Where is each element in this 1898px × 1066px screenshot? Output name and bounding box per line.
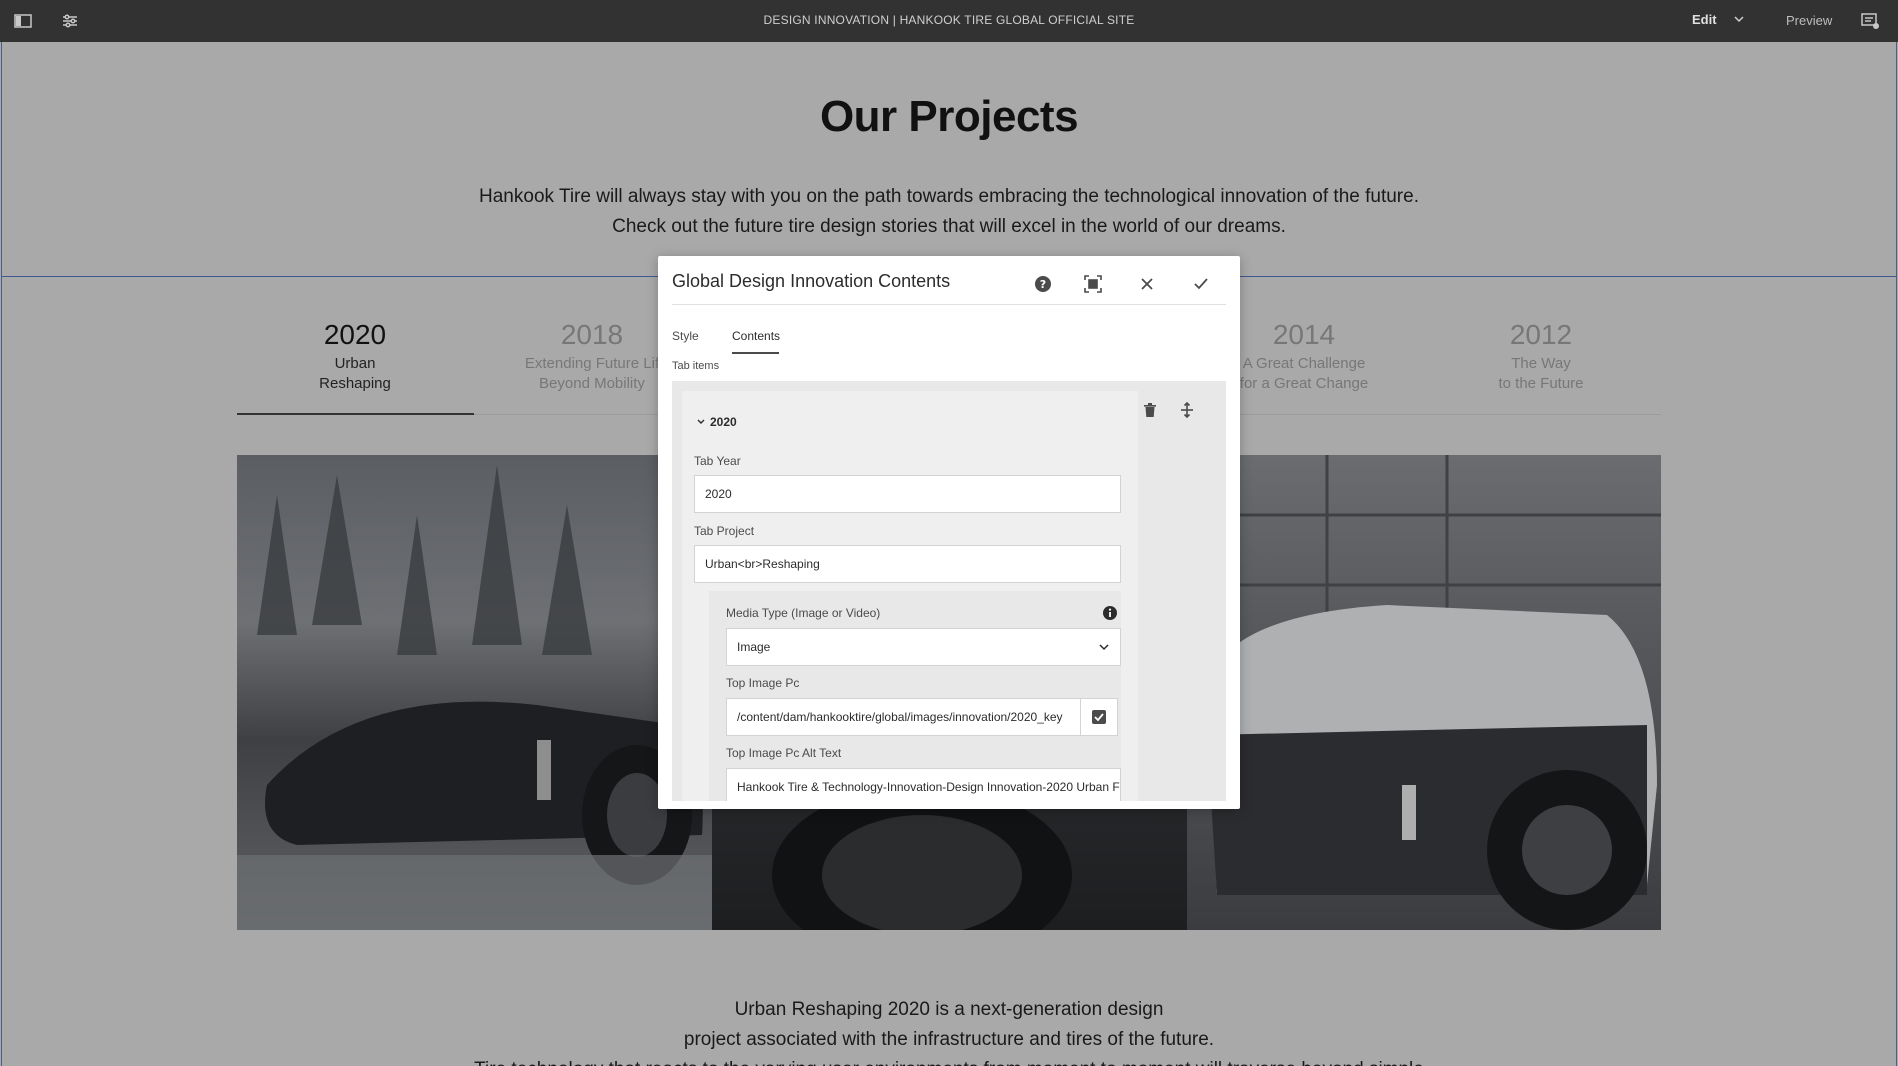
section-heading: Our Projects [819,92,1079,141]
preview-button[interactable]: Preview [1786,13,1832,28]
chevron-down-icon[interactable] [1732,12,1746,26]
item-collapse-toggle[interactable]: 2020 [696,415,737,429]
dialog-title: Global Design Innovation Contents [672,271,951,291]
media-type-value: Image [737,640,771,654]
check-icon[interactable] [1190,273,1212,295]
svg-text:?: ? [1040,278,1046,291]
chevron-down-icon [697,419,705,424]
tab-year-input[interactable]: 2020 [694,475,1121,513]
multifield-container: 2020 Tab Year 2020 Tab Project Urban<br>… [672,381,1226,801]
media-type-select[interactable]: Image [726,628,1121,666]
active-tab-indicator [732,352,779,354]
year-tab-2012[interactable]: 2012 The Way to the Future [1423,318,1659,394]
info-icon[interactable] [1102,605,1118,621]
checkbox-icon [1092,710,1106,724]
hero-image-right-panel [1187,455,1661,930]
fullscreen-icon[interactable] [1082,273,1104,295]
trash-icon[interactable] [1141,401,1159,419]
active-tab-indicator [237,413,474,415]
project-description: Urban Reshaping 2020 is a next-generatio… [474,999,1424,1066]
sidebar-icon[interactable] [13,11,33,31]
annotation-icon[interactable] [1860,11,1880,31]
editor-toolbar: DESIGN INNOVATION | HANKOOK TIRE GLOBAL … [0,0,1898,42]
tab-items-label: Tab items [672,360,720,372]
dialog-divider [672,304,1226,305]
item-heading: 2020 [710,415,737,429]
year-tab-2020[interactable]: 2020 Urban Reshaping [237,318,473,394]
tab-project-label: Tab Project [694,524,755,538]
top-image-pc-label: Top Image Pc [726,676,800,690]
sliders-icon[interactable] [60,11,80,31]
tab-contents[interactable]: Contents [732,329,780,343]
help-icon[interactable]: ? [1032,273,1054,295]
top-image-pc-input[interactable]: /content/dam/hankooktire/global/images/i… [726,698,1082,736]
tab-style[interactable]: Style [672,329,699,343]
close-icon[interactable] [1136,273,1158,295]
media-type-label: Media Type (Image or Video) [726,606,881,620]
intro-text: Hankook Tire will always stay with you o… [479,186,1419,237]
top-image-alt-label: Top Image Pc Alt Text [726,746,842,760]
tab-year-label: Tab Year [694,454,741,468]
top-image-alt-input[interactable]: Hankook Tire & Technology-Innovation-Des… [726,768,1121,801]
path-picker-button[interactable] [1080,698,1118,736]
mode-selector[interactable]: Edit [1692,12,1717,27]
multifield-item: 2020 Tab Year 2020 Tab Project Urban<br>… [682,391,1138,801]
page-title: DESIGN INNOVATION | HANKOOK TIRE GLOBAL … [763,13,1135,27]
tab-project-input[interactable]: Urban<br>Reshaping [694,545,1121,583]
component-dialog: Global Design Innovation Contents ? Styl… [658,256,1240,809]
move-icon[interactable] [1178,401,1196,419]
chevron-down-icon [1098,641,1110,653]
hero-image-left-panel [237,455,712,930]
